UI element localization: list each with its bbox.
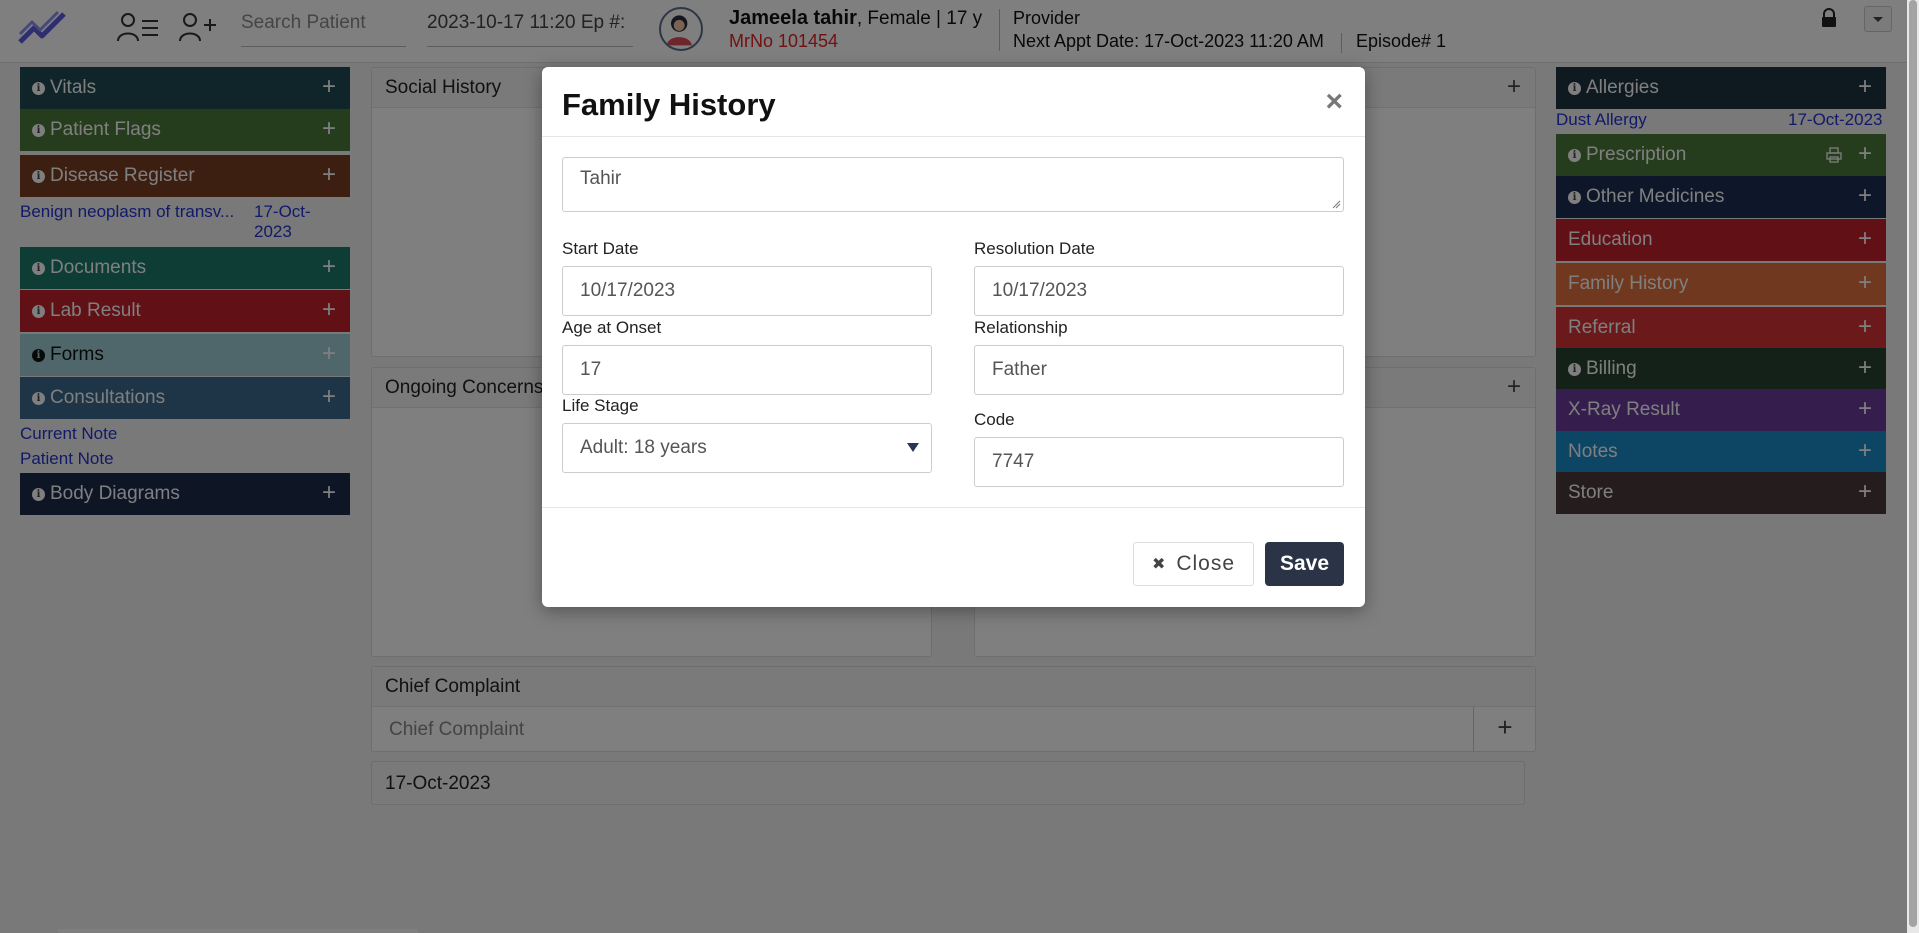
description-value: Tahir: [580, 168, 622, 189]
close-x-icon: ✖: [1151, 556, 1167, 573]
modal-divider: [542, 507, 1365, 508]
relationship-label: Relationship: [974, 318, 1068, 337]
resolution-date-label: Resolution Date: [974, 239, 1095, 258]
code-input[interactable]: 7747: [974, 437, 1344, 487]
close-icon[interactable]: ×: [1325, 85, 1343, 119]
chevron-down-icon: [907, 443, 919, 452]
life-stage-value: Adult: 18 years: [580, 437, 707, 458]
age-onset-input[interactable]: 17: [562, 345, 932, 395]
modal-title: Family History: [562, 87, 776, 122]
start-date-label: Start Date: [562, 239, 639, 258]
code-label: Code: [974, 410, 1015, 429]
close-button[interactable]: ✖ Close: [1133, 542, 1254, 586]
save-button[interactable]: Save: [1265, 542, 1344, 586]
resolution-date-input[interactable]: 10/17/2023: [974, 266, 1344, 316]
resize-handle-icon[interactable]: [1331, 199, 1341, 209]
modal-divider: [542, 136, 1365, 137]
close-button-label: Close: [1176, 552, 1236, 575]
relationship-input[interactable]: Father: [974, 345, 1344, 395]
life-stage-select[interactable]: Adult: 18 years: [562, 423, 932, 473]
family-history-modal: Family History × Tahir Start Date 10/17/…: [542, 67, 1365, 607]
age-onset-label: Age at Onset: [562, 318, 662, 337]
description-textarea[interactable]: Tahir: [562, 157, 1344, 212]
scrollbar-thumb[interactable]: [1909, 0, 1917, 927]
life-stage-label: Life Stage: [562, 396, 639, 415]
start-date-input[interactable]: 10/17/2023: [562, 266, 932, 316]
